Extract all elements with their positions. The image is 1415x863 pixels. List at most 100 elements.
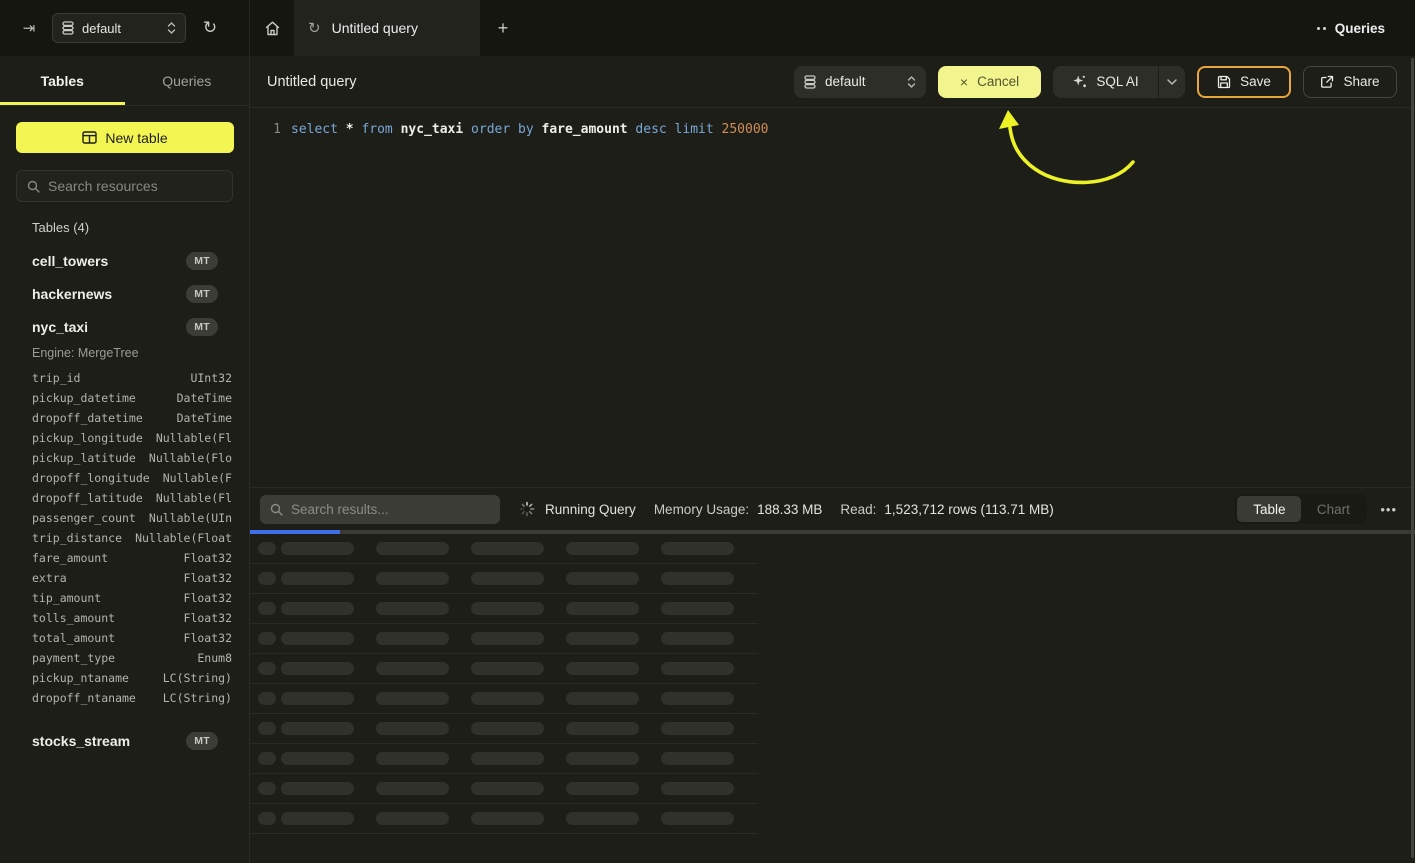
skeleton-row [250,684,758,714]
skeleton-pill [471,692,544,705]
column-row: pickup_ntanameLC(String) [0,668,249,688]
table-item-hackernews[interactable]: hackernews MT [0,277,249,310]
skeleton-pill [258,662,276,675]
skeleton-pill [376,812,449,825]
skeleton-pill [376,542,449,555]
tab-strip: ↻ Untitled query + Queries [250,0,1415,56]
query-progress-bar [250,530,1415,534]
skeleton-pill [281,572,354,585]
column-row: tip_amountFloat32 [0,588,249,608]
search-resources-input[interactable] [48,178,218,194]
column-type: Nullable(Fl [156,431,232,445]
skeleton-pill [661,782,734,795]
skeleton-pill [281,662,354,675]
close-icon: × [960,74,968,90]
skeleton-pill [566,782,639,795]
memory-usage-value: 188.33 MB [757,502,822,517]
column-type: Float32 [184,551,232,565]
skeleton-pill [661,812,734,825]
column-name: pickup_longitude [32,431,143,445]
skeleton-pill [258,752,276,765]
skeleton-pill [376,692,449,705]
table-grid-icon [82,131,97,144]
skeleton-pill [661,572,734,585]
column-row: pickup_longitude Nullable(Fl [0,428,249,448]
sidebar-tab-tables[interactable]: Tables [0,56,125,105]
table-name: cell_towers [32,253,186,269]
skeleton-pill [376,752,449,765]
table-engine-info: Engine: MergeTree [0,343,249,366]
skeleton-row [250,564,758,594]
column-name: tip_amount [32,591,101,605]
skeleton-pill [376,632,449,645]
save-button[interactable]: Save [1197,66,1291,98]
skeleton-pill [281,812,354,825]
skeleton-pill [566,632,639,645]
column-name: pickup_latitude [32,451,136,465]
skeleton-pill [258,722,276,735]
sidebar: Tables Queries New table Tables (4) cell… [0,56,250,863]
search-results-input[interactable] [291,502,476,517]
chevron-updown-icon [907,75,916,89]
sql-ai-label: SQL AI [1096,74,1138,89]
topbar-database-selector[interactable]: default [52,13,186,43]
database-icon [62,21,74,35]
results-loading-skeleton [250,534,1415,834]
sql-token: * [338,122,354,137]
sql-editor[interactable]: 1 select * from nyc_taxi order by fare_a… [250,108,1415,487]
sql-token: order [463,122,510,137]
column-row: pickup_latitudeNullable(Flo [0,448,249,468]
view-tab-table[interactable]: Table [1237,496,1301,522]
column-type: Nullable(UIn [149,511,232,525]
content: Tables Queries New table Tables (4) cell… [0,56,1415,863]
skeleton-pill [566,602,639,615]
skeleton-pill [258,542,276,555]
share-button[interactable]: Share [1303,66,1397,98]
topbar-left: ⇥ default ↻ [0,0,250,56]
query-header: Untitled query default × Cancel [250,56,1415,108]
queries-link[interactable]: Queries [1317,0,1385,56]
table-item-nyc-taxi[interactable]: nyc_taxi MT [0,310,249,343]
new-tab-plus-icon[interactable]: + [480,0,526,56]
vertical-scrollbar[interactable] [1411,58,1414,858]
tab-untitled-query[interactable]: ↻ Untitled query [294,0,480,56]
tables-section-header: Tables (4) [32,220,249,235]
tables-list: cell_towers MT hackernews MT nyc_taxi MT… [0,244,249,757]
share-icon [1320,75,1334,89]
skeleton-row [250,714,758,744]
search-icon [270,503,283,516]
column-type: UInt32 [190,371,232,385]
column-name: dropoff_longitude [32,471,150,485]
skeleton-pill [471,782,544,795]
skeleton-row [250,744,758,774]
results-menu-ellipsis-icon[interactable]: ••• [1380,502,1397,517]
sql-token: by [510,122,533,137]
query-database-selector[interactable]: default [794,66,926,98]
skeleton-pill [376,782,449,795]
column-row: trip_distanceNullable(Float [0,528,249,548]
sql-ai-button[interactable]: SQL AI [1053,66,1185,98]
yellow-annotation-arrow [250,108,1415,487]
column-name: total_amount [32,631,115,645]
skeleton-pill [471,572,544,585]
view-tab-chart[interactable]: Chart [1301,496,1365,522]
sidebar-tab-queries[interactable]: Queries [125,56,250,105]
column-type: Float32 [184,571,232,585]
topbar: ⇥ default ↻ ↻ Untitled query + [0,0,1415,56]
column-row: passenger_countNullable(UIn [0,508,249,528]
sidebar-search [16,170,233,202]
home-icon[interactable] [250,0,294,56]
new-table-button[interactable]: New table [16,122,234,153]
sql-ai-dropdown-arrow[interactable] [1158,66,1185,98]
cancel-button[interactable]: × Cancel [938,66,1041,98]
column-row: pickup_datetimeDateTime [0,388,249,408]
collapse-sidebar-icon[interactable]: ⇥ [12,11,46,45]
skeleton-pill [566,572,639,585]
table-item-cell-towers[interactable]: cell_towers MT [0,244,249,277]
view-toggle: Table Chart [1235,494,1367,524]
skeleton-pill [258,812,276,825]
skeleton-row [250,654,758,684]
refresh-icon[interactable]: ↻ [194,12,226,44]
sql-token: 250000 [714,122,769,137]
table-item-stocks-stream[interactable]: stocks_stream MT [0,724,249,757]
